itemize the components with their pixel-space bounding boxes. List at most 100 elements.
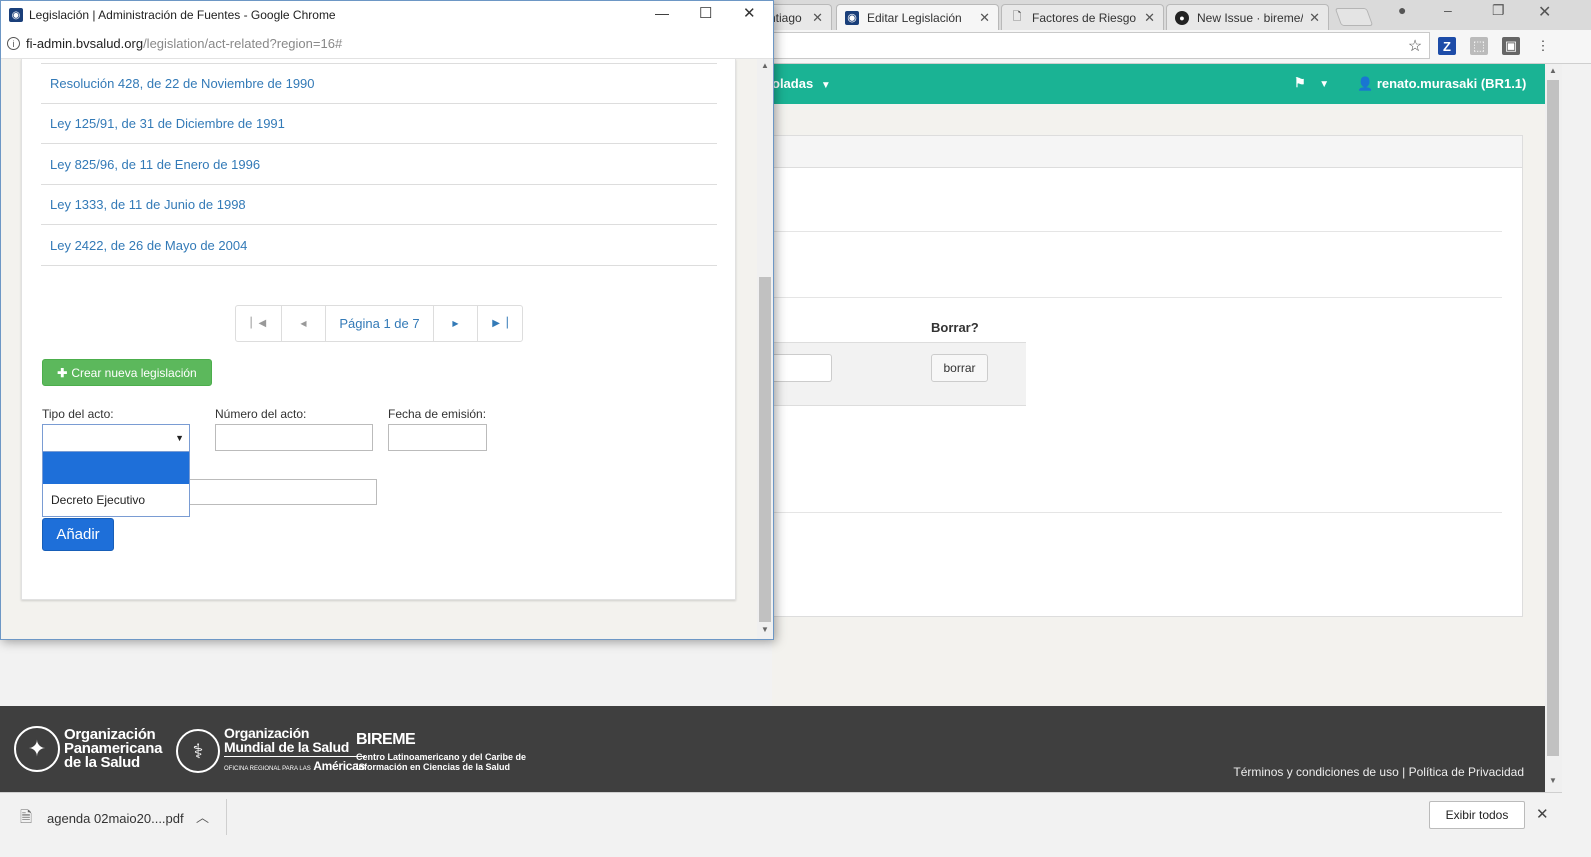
language-menu[interactable]: ⚑ ▼ xyxy=(1294,75,1329,91)
bireme-line1: Centro Latinoamericano y del Caribe de xyxy=(356,752,527,762)
dropdown-option-decreto-ejecutivo[interactable]: Decreto Ejecutivo xyxy=(43,484,189,516)
next-page-button[interactable]: ▶ xyxy=(434,306,478,341)
who-logo: ⚕ Organización Mundial de la Salud OFICI… xyxy=(176,726,365,776)
user-label: renato.murasaki (BR1.1) xyxy=(1376,76,1527,91)
close-window-icon[interactable]: ✕ xyxy=(1538,2,1551,22)
footer-links: Términos y condiciones de uso | Política… xyxy=(1233,765,1524,779)
navbar-menu-label: oladas xyxy=(772,76,814,91)
close-download-bar-icon[interactable]: ✕ xyxy=(1536,805,1549,823)
scroll-down-icon[interactable]: ▼ xyxy=(761,625,769,634)
popup-window-title: Legislación | Administración de Fuentes … xyxy=(29,8,336,22)
caret-down-icon: ▼ xyxy=(820,80,831,91)
divider xyxy=(772,297,1502,298)
create-legislation-label: Crear nueva legislación xyxy=(71,365,197,380)
close-tab-icon[interactable]: ✕ xyxy=(812,10,823,26)
paho-emblem-icon: ✦ xyxy=(14,726,60,772)
plus-icon: ✚ xyxy=(57,365,68,380)
create-legislation-button[interactable]: ✚ Crear nueva legislación xyxy=(42,359,212,386)
pdf-file-icon: 🗎 xyxy=(20,809,33,826)
popup-scrollbar[interactable]: ▲ ▼ xyxy=(757,59,773,639)
link-separator: | xyxy=(1402,765,1406,779)
next-page-icon: ▶ xyxy=(452,319,459,328)
who-regional: OFICINA REGIONAL PARA LAS xyxy=(224,766,311,772)
download-filename[interactable]: agenda 02maio20....pdf xyxy=(47,811,184,826)
popup-title-bar: ◉ Legislación | Administración de Fuente… xyxy=(1,1,773,29)
popup-scroll-thumb[interactable] xyxy=(759,277,771,622)
scroll-down-icon[interactable]: ▼ xyxy=(1549,776,1557,785)
divider xyxy=(772,231,1502,232)
legislation-card: Resolución 428, de 22 de Noviembre de 19… xyxy=(21,59,736,600)
popup-page: Resolución 428, de 22 de Noviembre de 19… xyxy=(1,59,757,639)
first-page-button[interactable]: ▏◀ xyxy=(236,306,282,341)
paho-line3: de la Salud xyxy=(64,754,140,771)
last-page-icon: ▶▕ xyxy=(492,318,508,329)
scroll-up-icon[interactable]: ▲ xyxy=(761,61,769,70)
law-link[interactable]: Ley 1333, de 11 de Junio de 1998 xyxy=(41,185,717,225)
chrome-menu-icon[interactable]: ⋮ xyxy=(1534,37,1552,55)
act-type-dropdown: Decreto Ejecutivo xyxy=(42,451,190,517)
pdf-extension-icon[interactable]: ⬚ xyxy=(1470,37,1488,55)
bireme-title: BIREME xyxy=(356,731,416,748)
related-table-row: borrar xyxy=(772,342,1026,406)
close-tab-icon[interactable]: ✕ xyxy=(1309,10,1320,26)
popup-address-bar[interactable]: i fi-admin.bvsalud.org /legislation/act-… xyxy=(1,29,773,59)
restore-icon[interactable]: ❐ xyxy=(1492,2,1505,19)
issue-date-input[interactable] xyxy=(388,424,487,451)
tab-factores-de-riesgo[interactable]: 🗋 Factores de Riesgo ✕ xyxy=(1001,4,1164,30)
site-footer: ✦ Organización Panamericana de la Salud … xyxy=(0,706,1545,792)
chevron-up-icon[interactable]: ︿ xyxy=(196,807,209,826)
who-line2: Mundial de la Salud xyxy=(224,740,365,757)
bireme-icon: ◉ xyxy=(9,8,23,22)
dropdown-option-empty[interactable] xyxy=(43,452,189,484)
close-tab-icon[interactable]: ✕ xyxy=(1144,10,1155,26)
prev-page-button[interactable]: ◀ xyxy=(282,306,326,341)
divider xyxy=(772,512,1502,513)
download-divider xyxy=(226,799,227,835)
minimize-icon[interactable]: – xyxy=(1444,2,1452,18)
row-input[interactable] xyxy=(772,354,832,382)
terms-link[interactable]: Términos y condiciones de uso xyxy=(1233,765,1398,779)
close-tab-icon[interactable]: ✕ xyxy=(979,10,990,26)
issue-date-label: Fecha de emisión: xyxy=(388,407,487,421)
law-link[interactable]: Ley 825/96, de 11 de Enero de 1996 xyxy=(41,145,717,185)
bireme-line2: Información en Ciencias de la Salud xyxy=(356,762,511,772)
navbar-menu[interactable]: oladas ▼ xyxy=(772,76,831,91)
minimize-icon[interactable]: — xyxy=(655,5,669,21)
address-bar[interactable] xyxy=(770,32,1430,59)
second-row-input[interactable] xyxy=(188,479,377,505)
bireme-logo: BIREME Centro Latinoamericano y del Cari… xyxy=(356,731,526,772)
download-bar: 🗎 agenda 02maio20....pdf ︿ Exibir todos … xyxy=(0,792,1562,840)
tab-editar-legislacion[interactable]: ◉ Editar Legislación ✕ xyxy=(836,4,999,30)
app-navbar: oladas ▼ ⚑ ▼ 👤 renato.murasaki (BR1.1) xyxy=(772,64,1545,104)
close-window-icon[interactable]: ✕ xyxy=(743,4,756,22)
scroll-up-icon[interactable]: ▲ xyxy=(1549,66,1557,75)
act-type-label: Tipo del acto: xyxy=(42,407,114,421)
user-menu[interactable]: 👤 renato.murasaki (BR1.1) xyxy=(1357,76,1526,92)
tab-title: New Issue · bireme/ xyxy=(1197,10,1304,25)
user-icon: 👤 xyxy=(1357,76,1374,91)
law-link[interactable]: Resolución 428, de 22 de Noviembre de 19… xyxy=(41,64,717,104)
page-indicator: Página 1 de 7 xyxy=(326,306,434,341)
zotero-icon[interactable]: Z xyxy=(1438,37,1456,55)
law-link[interactable]: Ley 125/91, de 31 de Diciembre de 1991 xyxy=(41,104,717,144)
page-scroll-thumb[interactable] xyxy=(1547,80,1559,756)
dropdown-arrow-icon: ▼ xyxy=(175,433,184,443)
last-page-button[interactable]: ▶▕ xyxy=(478,306,522,341)
profile-icon[interactable]: ● xyxy=(1398,2,1406,18)
maximize-icon[interactable]: ☐ xyxy=(699,4,712,22)
law-link[interactable]: Ley 2422, de 26 de Mayo de 2004 xyxy=(41,226,717,266)
privacy-link[interactable]: Política de Privacidad xyxy=(1409,765,1524,779)
who-line1: Organización xyxy=(224,725,310,741)
act-number-input[interactable] xyxy=(215,424,373,451)
delete-button[interactable]: borrar xyxy=(931,354,988,382)
act-type-select[interactable]: ▼ xyxy=(42,424,190,452)
tab-title: Factores de Riesgo xyxy=(1032,10,1137,25)
add-button[interactable]: Añadir xyxy=(42,518,114,551)
new-tab-button[interactable] xyxy=(1334,8,1374,26)
tab-new-issue[interactable]: ● New Issue · bireme/ ✕ xyxy=(1166,4,1329,30)
delete-column-header: Borrar? xyxy=(931,320,979,335)
show-all-button[interactable]: Exibir todos xyxy=(1429,801,1525,829)
bookmark-star-icon[interactable]: ☆ xyxy=(1406,37,1424,55)
prev-page-icon: ◀ xyxy=(300,319,307,328)
extension-icon[interactable]: ▣ xyxy=(1502,37,1520,55)
